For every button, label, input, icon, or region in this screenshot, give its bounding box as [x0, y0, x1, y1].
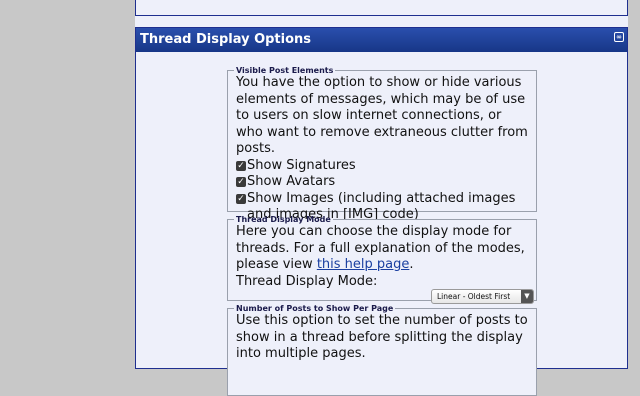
visible-post-elements-legend: Visible Post Elements: [236, 66, 334, 75]
description-end: .: [409, 257, 414, 272]
posts-per-page-legend: Number of Posts to Show Per Page: [236, 304, 394, 313]
posts-per-page-description: Use this option to set the number of pos…: [236, 313, 528, 361]
show-signatures-option[interactable]: ✓ Show Signatures: [236, 158, 528, 175]
thread-display-mode-select[interactable]: Linear - Oldest First ▼: [431, 289, 534, 304]
thread-display-mode-description: Here you can choose the display mode for…: [236, 224, 528, 274]
visible-post-elements-description: You have the option to show or hide vari…: [236, 75, 528, 156]
previous-panel: [135, 0, 628, 16]
thread-display-mode-legend: Thread Display Mode: [236, 215, 331, 224]
show-images-checkbox[interactable]: ✓: [236, 193, 246, 204]
show-avatars-checkbox[interactable]: ✓: [236, 177, 246, 187]
posts-per-page-fieldset: Number of Posts to Show Per Page Use thi…: [227, 304, 537, 396]
show-avatars-option[interactable]: ✓ Show Avatars: [236, 174, 528, 191]
thread-display-mode-fieldset: Thread Display Mode Here you can choose …: [227, 215, 537, 304]
thread-display-options-section: Thread Display Options ∞ Visible Post El…: [135, 27, 628, 396]
thread-display-mode-field-label: Thread Display Mode:: [236, 273, 378, 289]
selected-mode-value: Linear - Oldest First: [437, 292, 511, 301]
show-signatures-checkbox[interactable]: ✓: [236, 160, 246, 171]
help-page-link[interactable]: this help page: [317, 257, 410, 272]
show-avatars-label: Show Avatars: [247, 174, 336, 189]
show-signatures-label: Show Signatures: [247, 157, 356, 173]
chevron-down-icon: ▼: [521, 290, 533, 303]
section-title: Thread Display Options: [140, 32, 312, 47]
section-header: Thread Display Options ∞: [136, 28, 627, 52]
collapse-icon[interactable]: ∞: [614, 32, 624, 42]
visible-post-elements-fieldset: Visible Post Elements You have the optio…: [227, 66, 537, 222]
